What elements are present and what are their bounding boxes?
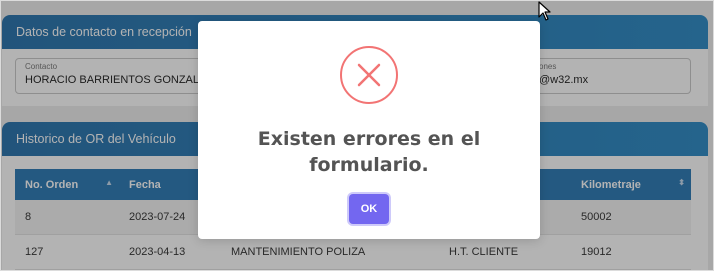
error-x-icon bbox=[340, 46, 398, 104]
page: Datos de contacto en recepción Contacto … bbox=[0, 0, 714, 271]
mouse-pointer-icon bbox=[538, 1, 552, 26]
dialog-title: Existen errores en el formulario. bbox=[257, 128, 481, 176]
ok-button[interactable]: OK bbox=[349, 194, 389, 224]
error-dialog: Existen errores en el formulario. OK bbox=[198, 21, 540, 239]
